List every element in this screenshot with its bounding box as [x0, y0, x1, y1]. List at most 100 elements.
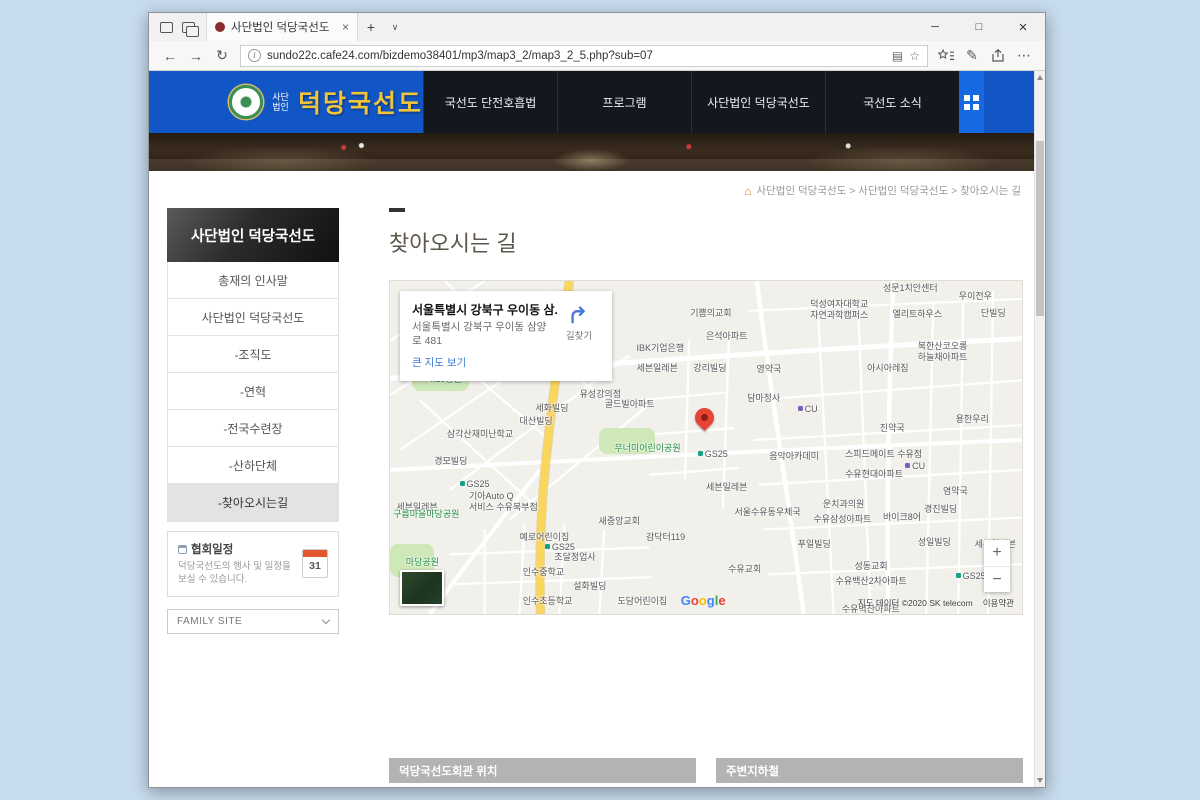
- sidebar-item[interactable]: -찾아오시는길: [168, 484, 338, 521]
- forward-icon[interactable]: →: [183, 44, 209, 68]
- refresh-icon[interactable]: ↻: [209, 44, 235, 68]
- site-logo[interactable]: 사단법인 덕당국선도: [229, 84, 423, 120]
- menu-grid-button[interactable]: [959, 71, 984, 133]
- brand-dot-icon: [905, 463, 910, 468]
- map-label: 인수중학교: [523, 567, 564, 578]
- sidebar-item[interactable]: -조직도: [168, 336, 338, 373]
- map-label: 엘리트하우스: [892, 309, 942, 320]
- back-icon[interactable]: ←: [157, 44, 183, 68]
- tab-close-icon[interactable]: ×: [342, 20, 349, 34]
- map-label: 성동교회: [855, 561, 888, 572]
- brand-dot-icon: [798, 406, 803, 411]
- section-subway: 주변지하철 우이신설 가오리역 1번출구 530m: [716, 758, 1023, 787]
- tab-preview-icon[interactable]: [160, 22, 173, 33]
- map-label: 인수초등학교: [523, 596, 573, 607]
- info-card-address: 서울특별시 강북구 우이동 삼양로 481: [412, 321, 550, 348]
- schedule-box[interactable]: 협회일정 덕당국선도의 행사 및 일정을 보실 수 있습니다. 31: [167, 531, 339, 597]
- page-info-icon[interactable]: i: [248, 49, 261, 62]
- map-label: 덕성여자대학교 자연과학캠퍼스: [810, 299, 868, 321]
- sidebar-item[interactable]: -전국수련장: [168, 410, 338, 447]
- brand-dot-icon: [460, 481, 465, 486]
- view-larger-map-link[interactable]: 큰 지도 보기: [412, 355, 466, 370]
- section-location: 덕당국선도회관 위치 주소 : 01029 서울시 강북구 삼양로 481, 1…: [389, 758, 696, 787]
- address-bar[interactable]: i sundo22c.cafe24.com/bizdemo38401/mp3/m…: [240, 45, 928, 67]
- map-label: 스피드메이트 수유점: [845, 449, 922, 460]
- brand-dot-icon: [956, 573, 961, 578]
- sidebar-item[interactable]: 총재의 인사말: [168, 262, 338, 299]
- schedule-title-row: 협회일정: [178, 541, 294, 557]
- map-label: 대산빌딩: [520, 416, 553, 427]
- sidebar-item[interactable]: -연혁: [168, 373, 338, 410]
- main-content: 찾아오시는 길: [389, 208, 1023, 787]
- map-label: GS25: [956, 571, 986, 582]
- zoom-in-button[interactable]: +: [984, 540, 1010, 566]
- address-toolbar: ← → ↻ i sundo22c.cafe24.com/bizdemo38401…: [149, 41, 1045, 71]
- directions-button[interactable]: 길찾기: [558, 301, 600, 371]
- map-label: 단빌딩: [981, 308, 1006, 319]
- calendar-mini-icon: [178, 545, 187, 554]
- nav-item[interactable]: 국선도 소식: [825, 71, 959, 133]
- photo-banner: [149, 133, 1034, 171]
- sidebar-item[interactable]: 사단법인 덕당국선도: [168, 299, 338, 336]
- more-options-icon[interactable]: ⋯: [1011, 44, 1037, 68]
- calendar-day: 31: [303, 560, 327, 572]
- set-tabs-aside-icon[interactable]: [182, 22, 195, 33]
- schedule-text: 협회일정 덕당국선도의 행사 및 일정을 보실 수 있습니다.: [178, 541, 294, 587]
- satellite-thumbnail[interactable]: [400, 570, 444, 606]
- page-body: 사단법인 덕당국선도 총재의 인사말사단법인 덕당국선도-조직도-연혁-전국수련…: [149, 198, 1034, 787]
- scroll-up-icon[interactable]: [1037, 75, 1043, 80]
- reading-view-icon[interactable]: ▤: [892, 49, 903, 63]
- map-label: 세븐일레븐: [636, 363, 677, 374]
- map-label: 경진빌딩: [924, 504, 957, 515]
- zoom-out-button[interactable]: −: [984, 566, 1010, 592]
- map-label: 진약국: [880, 423, 905, 434]
- map-label: CU: [905, 461, 925, 472]
- schedule-title: 협회일정: [191, 541, 233, 557]
- google-map[interactable]: 성문1치안센터우이전우단빌딩엘리트하우스덕성여자대학교 자연과학캠퍼스기쁨의교회…: [389, 280, 1023, 615]
- section-title: 덕당국선도회관 위치: [389, 758, 696, 783]
- map-label: 수유삼성아파트: [813, 514, 871, 525]
- family-site-select[interactable]: FAMILY SITE: [167, 609, 339, 634]
- map-attribution: 지도 데이터 ©2020 SK telecom: [858, 597, 973, 609]
- maximize-button[interactable]: □: [957, 13, 1001, 41]
- home-icon[interactable]: ⌂: [744, 185, 751, 197]
- scrollbar-thumb[interactable]: [1036, 141, 1044, 316]
- browser-tab[interactable]: 사단법인 덕당국선도 ×: [206, 13, 358, 41]
- map-label: 담마정사: [747, 393, 780, 404]
- share-icon[interactable]: [985, 44, 1011, 68]
- nav-item[interactable]: 프로그램: [557, 71, 691, 133]
- hub-icon[interactable]: [933, 44, 959, 68]
- map-attribution-row: 지도 데이터 ©2020 SK telecom 이용약관: [858, 597, 1014, 609]
- terms-link[interactable]: 이용약관: [983, 597, 1014, 609]
- map-label: 기아Auto Q 서비스 수유북부점: [469, 491, 538, 513]
- sidebar-item[interactable]: -산하단체: [168, 447, 338, 484]
- site-favicon: [215, 22, 225, 32]
- main-nav: 국선도 단전호흡법프로그램사단법인 덕당국선도국선도 소식: [423, 71, 959, 133]
- minimize-button[interactable]: ─: [913, 13, 957, 41]
- schedule-desc: 덕당국선도의 행사 및 일정을 보실 수 있습니다.: [178, 561, 294, 587]
- logo-title: 덕당국선도: [298, 84, 423, 120]
- chevron-down-icon: [322, 615, 330, 623]
- info-sections: 덕당국선도회관 위치 주소 : 01029 서울시 강북구 삼양로 481, 1…: [389, 758, 1023, 787]
- map-label: 수유교회: [728, 564, 761, 575]
- scrollbar[interactable]: [1034, 71, 1045, 787]
- tab-list-dropdown-icon[interactable]: ∨: [384, 13, 406, 41]
- close-button[interactable]: ×: [1001, 13, 1045, 41]
- grid-icon: [964, 95, 979, 110]
- calendar-icon: 31: [302, 549, 328, 578]
- map-label: 강리빌딩: [693, 363, 726, 374]
- map-label: 용한우리: [956, 414, 989, 425]
- nav-item[interactable]: 국선도 단전호흡법: [423, 71, 557, 133]
- google-logo: Google: [681, 593, 726, 608]
- breadcrumb-path: 사단법인 덕당국선도 > 사단법인 덕당국선도 > 찾아오시는 길: [756, 183, 1021, 198]
- new-tab-button[interactable]: +: [358, 13, 384, 41]
- tab-title: 사단법인 덕당국선도: [231, 19, 336, 35]
- map-label: 마당공원: [406, 557, 439, 568]
- map-label: 새중앙교회: [599, 516, 640, 527]
- map-label: GS25: [460, 479, 490, 490]
- nav-item[interactable]: 사단법인 덕당국선도: [691, 71, 825, 133]
- scroll-down-icon[interactable]: [1037, 778, 1043, 783]
- annotate-pen-icon[interactable]: ✎: [959, 44, 985, 68]
- favorite-star-icon[interactable]: ☆: [909, 49, 920, 63]
- map-label: 기쁨의교회: [690, 308, 731, 319]
